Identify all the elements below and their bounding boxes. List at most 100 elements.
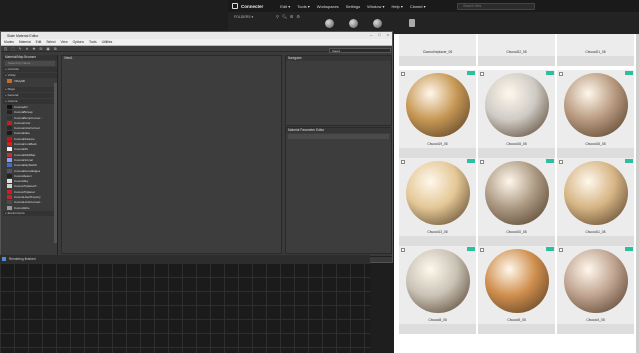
layout-icon[interactable]: ⊟: [39, 47, 42, 51]
list-item-label: CoronaTriplanarT...: [14, 184, 39, 189]
filter-icon[interactable]: ⚲: [276, 14, 279, 19]
swatch-icon: [7, 157, 12, 162]
material-card[interactable]: Clwood4_08: [557, 246, 634, 334]
menu-modes[interactable]: Modes: [4, 40, 14, 44]
menu-help[interactable]: Help ▾: [392, 4, 403, 9]
list-item[interactable]: CoronaWire: [3, 205, 57, 210]
material-card[interactable]: Clwood21_08: [557, 34, 634, 66]
select-checkbox[interactable]: [480, 72, 484, 76]
menu-edit[interactable]: Edit ▾: [280, 4, 290, 9]
menu-window[interactable]: Window ▾: [367, 4, 384, 9]
menu-workspaces[interactable]: Workspaces: [317, 4, 339, 9]
menu-settings[interactable]: Settings: [346, 4, 360, 9]
parameter-bar[interactable]: [288, 134, 389, 139]
menu-utilities[interactable]: Utilities: [102, 40, 113, 44]
select-checkbox[interactable]: [401, 72, 405, 76]
menu-tools[interactable]: Tools: [89, 40, 97, 44]
material-card[interactable]: Clwood16_08: [478, 70, 555, 158]
folders-dropdown[interactable]: FOLDERS ▾: [234, 15, 253, 19]
view-select[interactable]: View1: [329, 48, 391, 53]
move-icon[interactable]: ✥: [33, 47, 36, 51]
menu-edit[interactable]: Edit: [36, 40, 42, 44]
material-card[interactable]: Clwood8_08: [399, 246, 476, 334]
group-environment[interactable]: + Environment: [3, 211, 57, 217]
list-item-label: CoronaWire: [14, 205, 30, 210]
select-checkbox[interactable]: [401, 248, 405, 252]
assign-icon[interactable]: ⬚: [11, 47, 14, 51]
swatch-icon: [7, 152, 12, 157]
menu-select[interactable]: Select: [46, 40, 55, 44]
material-card[interactable]: Clwood10_08: [478, 158, 555, 246]
list-item-label: CoronaUnitsConvert...: [14, 200, 43, 205]
connecter-logo-icon: [232, 3, 238, 9]
node-view[interactable]: View1 ✋: [61, 55, 282, 261]
card-footer: [399, 148, 476, 158]
material-card[interactable]: Clwood19_08: [399, 70, 476, 158]
material-card[interactable]: Clwood5_08: [478, 246, 555, 334]
list-item[interactable]: VRayMtl: [3, 78, 57, 83]
card-footer: [399, 236, 476, 246]
select-checkbox[interactable]: [559, 72, 563, 76]
swatch-icon: [7, 142, 12, 147]
document-icon: [409, 19, 415, 27]
card-footer: [478, 236, 555, 246]
navigator-panel: Navigator: [285, 55, 392, 126]
editor-title-bar[interactable]: Slate Material Editor – □ ×: [1, 32, 392, 39]
list-item-label: CoronaBitmap: [14, 110, 33, 115]
material-name: Clwood11_08: [585, 230, 606, 234]
select-checkbox[interactable]: [401, 160, 405, 164]
minimize-icon[interactable]: –: [370, 32, 372, 37]
pick-icon[interactable]: ◳: [4, 47, 7, 51]
material-ball-icon: [324, 18, 334, 28]
pencil-icon[interactable]: ✎: [19, 47, 22, 51]
select-checkbox[interactable]: [559, 160, 563, 164]
menu-tools[interactable]: Tools ▾: [297, 4, 309, 9]
maximize-icon[interactable]: □: [378, 32, 380, 37]
material-name: Clwood19_08: [427, 142, 448, 146]
list-item-label: CoronaUserProperty: [14, 194, 41, 199]
group-general[interactable]: + General: [3, 93, 57, 99]
material-preview-sphere: [406, 249, 470, 313]
material-card[interactable]: Clwood/replacer_08: [399, 34, 476, 66]
material-preview-sphere: [485, 73, 549, 137]
material-name: Clwood21_08: [585, 50, 606, 54]
menu-material[interactable]: Material: [19, 40, 31, 44]
select-checkbox[interactable]: [559, 248, 563, 252]
swatch-icon: [7, 194, 12, 199]
grid-icon[interactable]: ⊞: [54, 47, 57, 51]
menu-cloned[interactable]: Cloned ▾: [410, 4, 426, 9]
hide-icon[interactable]: ▣: [46, 47, 49, 51]
toolbar-tile-4[interactable]: [401, 12, 423, 34]
settings-icon[interactable]: ⚙: [296, 14, 300, 19]
search-input[interactable]: Search files: [457, 2, 535, 10]
select-checkbox[interactable]: [480, 160, 484, 164]
card-footer: [478, 148, 555, 158]
menu-view[interactable]: View: [61, 40, 68, 44]
material-name: Clwood10_08: [506, 230, 527, 234]
swatch-icon: [7, 131, 12, 136]
group-controls[interactable]: + Controls: [3, 67, 57, 72]
swatch-icon: [7, 126, 12, 131]
material-card[interactable]: Clwood11_08: [557, 158, 634, 246]
browser-scrollbar[interactable]: [54, 83, 57, 243]
menu-options[interactable]: Options: [73, 40, 84, 44]
material-ball-icon: [348, 18, 358, 28]
browser-search-input[interactable]: Search by Name ...: [5, 61, 55, 66]
material-card[interactable]: Clwood13_08: [399, 158, 476, 246]
view-icon[interactable]: ⊞: [290, 14, 293, 19]
viewport-grid[interactable]: [0, 263, 370, 353]
material-card[interactable]: Clwood22_08: [478, 34, 555, 66]
app-brand[interactable]: Connecter: [232, 3, 263, 9]
select-checkbox[interactable]: [480, 248, 484, 252]
list-item-label: CoronaColorCorrect: [14, 126, 40, 131]
close-icon[interactable]: ×: [387, 32, 389, 37]
material-card[interactable]: Clwood16_08: [557, 70, 634, 158]
material-preview-sphere: [406, 161, 470, 225]
list-item-label: CoronaDistance: [14, 136, 35, 141]
search-icon[interactable]: 🔍︎: [282, 14, 287, 19]
card-footer: [478, 56, 555, 66]
parameter-editor-panel: Material Parameter Editor: [285, 127, 392, 254]
delete-icon[interactable]: ✕: [26, 47, 29, 51]
group-maps[interactable]: + Maps: [3, 87, 57, 93]
swatch-icon: [7, 115, 12, 120]
